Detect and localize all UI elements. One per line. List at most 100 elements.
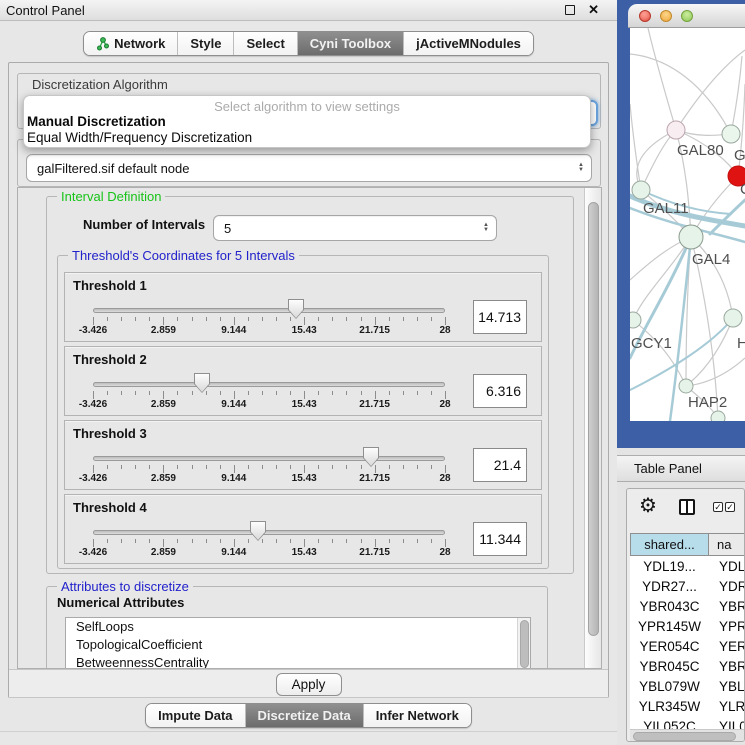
cell-shared-name: YDL19...	[630, 557, 709, 577]
tick-mark	[318, 391, 319, 395]
network-canvas[interactable]: GAL80GACGAL11GAL4GCY1HHAP2	[630, 28, 745, 421]
number-of-intervals-combo[interactable]: 5 ▲▼	[213, 215, 497, 241]
slider-scale: -3.4262.8599.14415.4321.71528	[93, 399, 445, 411]
slider-track[interactable]	[93, 382, 445, 387]
slider-thumb[interactable]	[363, 447, 379, 467]
tick-mark	[361, 317, 362, 321]
dropdown-option-equal-width[interactable]: Equal Width/Frequency Discretization	[24, 130, 590, 146]
threshold-value-field[interactable]: 11.344	[473, 522, 527, 556]
table-row[interactable]: YIL052CYIL0	[630, 717, 744, 729]
network-node-label: GA	[734, 147, 745, 164]
table-row[interactable]: YBL079WYBL0	[630, 677, 744, 697]
network-node-label: H	[737, 335, 745, 352]
column-header-name[interactable]: na	[709, 534, 744, 555]
top-tab-select[interactable]: Select	[233, 32, 296, 55]
tick-mark	[403, 539, 404, 543]
tick-mark	[304, 391, 305, 399]
attribute-list-item[interactable]: SelfLoops	[66, 618, 530, 636]
bottom-tab-impute-data[interactable]: Impute Data	[146, 704, 244, 727]
threshold-value-field[interactable]: 14.713	[473, 300, 527, 334]
table-row[interactable]: YPR145WYPR1	[630, 617, 744, 637]
threshold-panel-2: Threshold 2 -3.4262.8599.14415.4321.71528…	[64, 346, 542, 416]
outer-scrollbar[interactable]	[584, 188, 601, 668]
cell-name: YER0	[709, 637, 744, 657]
numerical-attributes-list[interactable]: SelfLoopsTopologicalCoefficientBetweenne…	[65, 617, 531, 669]
tick-mark	[93, 317, 94, 325]
top-tab-cyni-toolbox[interactable]: Cyni Toolbox	[297, 32, 403, 55]
slider-thumb[interactable]	[194, 373, 210, 393]
table-row[interactable]: YLR345WYLR3	[630, 697, 744, 717]
table-horizontal-scrollbar[interactable]	[630, 729, 744, 742]
table-row[interactable]: YER054CYER0	[630, 637, 744, 657]
zoom-traffic-light[interactable]	[681, 10, 693, 22]
interval-definition-group: Interval Definition Number of Intervals …	[46, 196, 574, 574]
attribute-list-item[interactable]: TopologicalCoefficient	[66, 636, 530, 654]
table-data-combo[interactable]: galFiltered.sif default node ▲▼	[26, 154, 592, 182]
columns-icon[interactable]	[679, 499, 695, 515]
dropdown-prompt: Select algorithm to view settings	[24, 96, 590, 114]
network-node[interactable]	[630, 312, 641, 328]
tick-mark	[375, 539, 376, 547]
network-node[interactable]	[679, 225, 703, 249]
table-row[interactable]: YBR045CYBR0	[630, 657, 744, 677]
gear-icon[interactable]: ⚙	[639, 493, 657, 518]
table-row[interactable]: YDL19...YDL1	[630, 557, 744, 577]
attributes-scrollbar[interactable]	[517, 618, 530, 669]
tick-mark	[276, 539, 277, 543]
tick-mark	[107, 317, 108, 321]
table-panel-titlebar: Table Panel	[617, 455, 745, 482]
slider-thumb[interactable]	[288, 299, 304, 319]
network-node[interactable]	[667, 121, 685, 139]
slider-track[interactable]	[93, 456, 445, 461]
threshold-title: Threshold 2	[73, 352, 147, 367]
float-window-icon[interactable]	[565, 5, 575, 15]
stepper-icon: ▲▼	[483, 223, 489, 233]
slider-track[interactable]	[93, 530, 445, 535]
table-row[interactable]: YDR27...YDR2	[630, 577, 744, 597]
close-icon[interactable]: ✕	[588, 2, 599, 18]
network-node[interactable]	[724, 309, 742, 327]
network-node[interactable]	[632, 181, 650, 199]
outer-scrollbar-thumb[interactable]	[588, 202, 599, 636]
attributes-scrollbar-thumb[interactable]	[520, 620, 529, 668]
threshold-title: Threshold 3	[73, 426, 147, 441]
bottom-tab-discretize-data[interactable]: Discretize Data	[245, 704, 363, 727]
tick-mark	[206, 539, 207, 543]
tick-mark	[332, 465, 333, 469]
slider-thumb-face	[251, 522, 265, 540]
tick-mark	[149, 317, 150, 321]
apply-button[interactable]: Apply	[276, 673, 342, 696]
threshold-value-field[interactable]: 21.4	[473, 448, 527, 482]
table-hscrollbar-thumb[interactable]	[633, 732, 736, 741]
network-node[interactable]	[711, 411, 725, 421]
settings-scroll-pane: Interval Definition Number of Intervals …	[17, 187, 602, 669]
top-tab-network[interactable]: Network	[84, 32, 177, 55]
close-traffic-light[interactable]	[639, 10, 651, 22]
slider-track[interactable]	[93, 308, 445, 313]
table-rows: YDL19...YDL1YDR27...YDR2YBR043CYBR0YPR14…	[630, 557, 744, 729]
column-header-shared-name[interactable]: shared...	[630, 534, 709, 555]
network-node[interactable]	[679, 379, 693, 393]
slider-thumb[interactable]	[250, 521, 266, 541]
scale-label: 9.144	[221, 399, 246, 410]
tab-label: Discretize Data	[258, 708, 351, 723]
network-edge	[676, 50, 745, 130]
top-tab-jactivemnodules[interactable]: jActiveMNodules	[403, 32, 533, 55]
top-tab-style[interactable]: Style	[177, 32, 233, 55]
network-edge	[648, 28, 676, 130]
network-icon	[96, 37, 109, 51]
network-node[interactable]	[722, 125, 740, 143]
checkbox-icon[interactable]: ✓	[725, 502, 735, 512]
bottom-tab-infer-network[interactable]: Infer Network	[363, 704, 471, 727]
tick-mark	[177, 317, 178, 321]
table-row[interactable]: YBR043CYBR0	[630, 597, 744, 617]
cell-name: YLR3	[709, 697, 744, 717]
dropdown-option-manual[interactable]: Manual Discretization	[24, 114, 590, 130]
scale-label: 28	[439, 547, 450, 558]
minimize-traffic-light[interactable]	[660, 10, 672, 22]
tick-mark	[389, 465, 390, 469]
network-edge	[691, 237, 733, 318]
threshold-value-field[interactable]: 6.316	[473, 374, 527, 408]
attribute-list-item[interactable]: BetweennessCentrality	[66, 654, 530, 669]
checkbox-icon[interactable]: ✓	[713, 502, 723, 512]
